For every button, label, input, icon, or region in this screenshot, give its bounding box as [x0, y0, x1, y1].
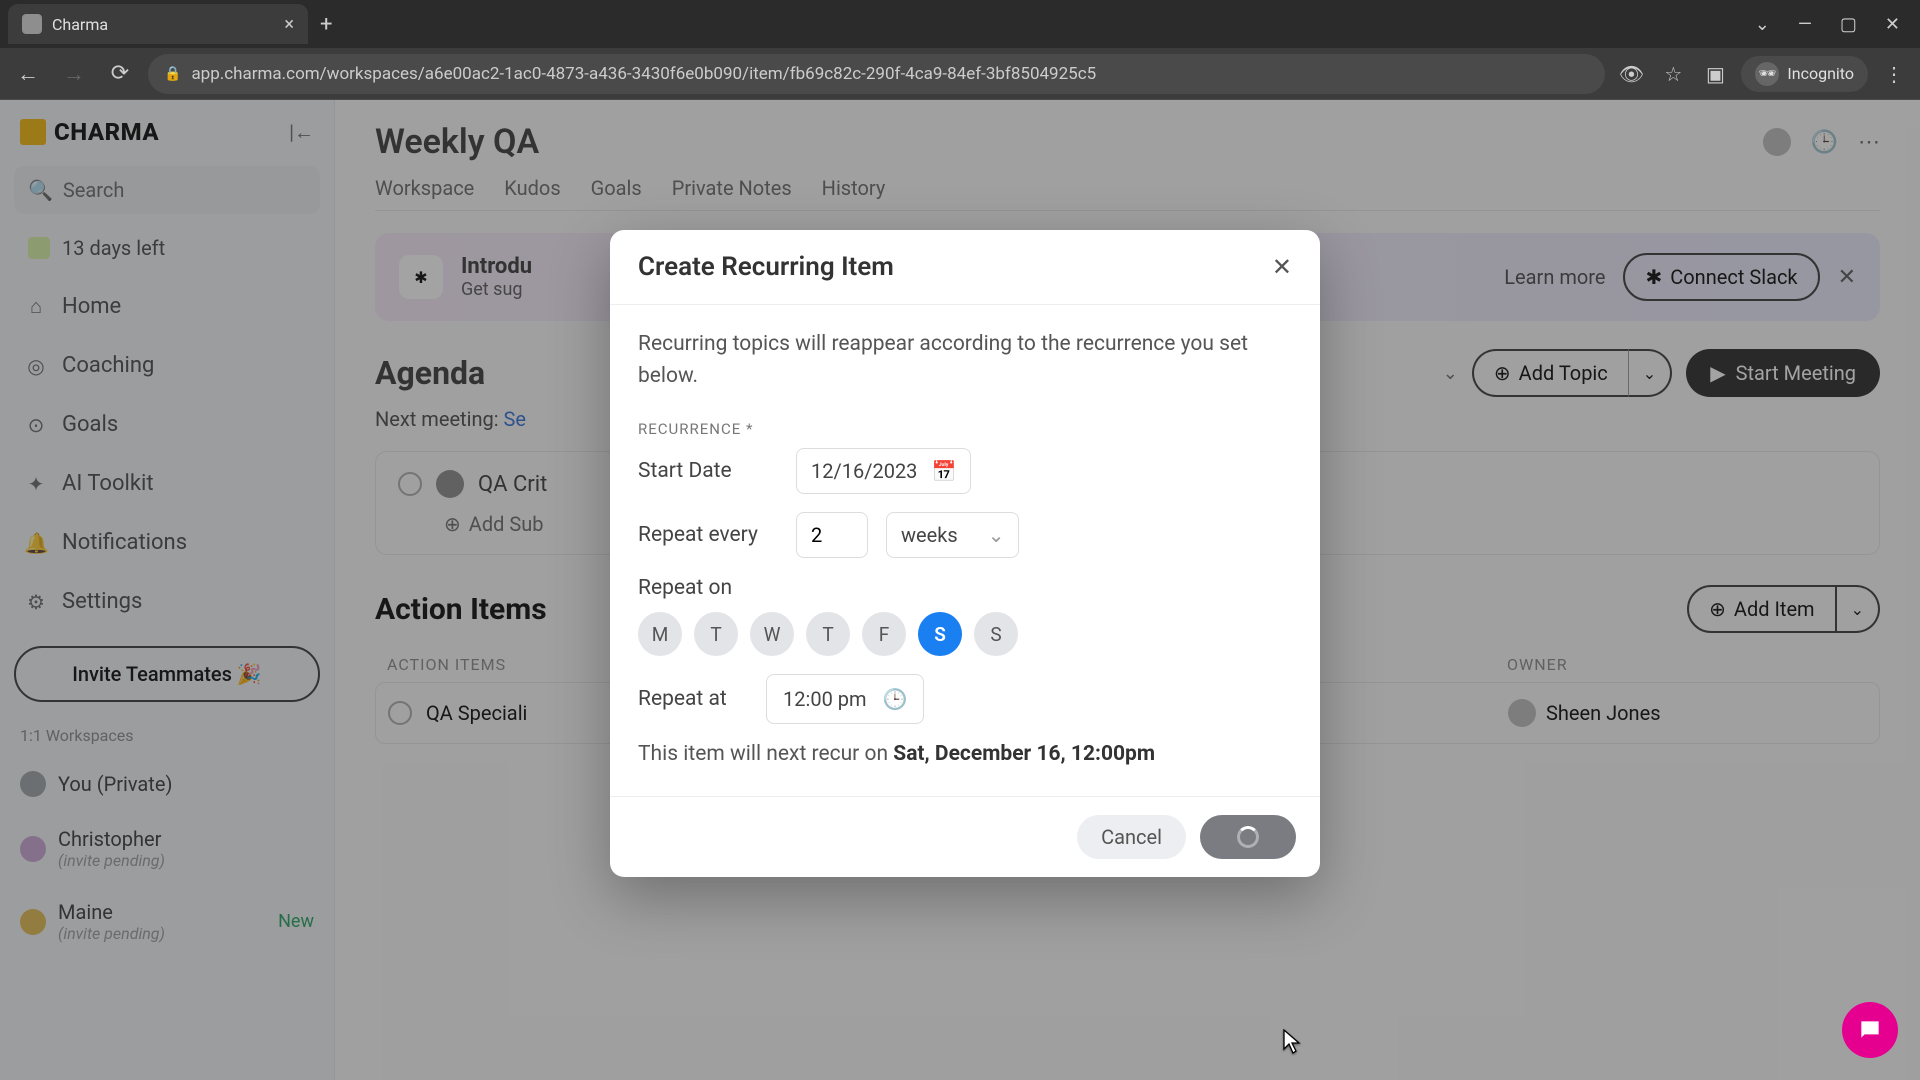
repeat-at-label: Repeat at [638, 687, 748, 711]
minimize-icon[interactable]: — [1798, 14, 1812, 35]
maximize-icon[interactable]: ▢ [1840, 14, 1857, 35]
modal-close-icon[interactable]: ✕ [1272, 253, 1292, 281]
summary-prefix: This item will next recur on [638, 742, 893, 766]
eye-off-icon[interactable]: 👁 [1615, 62, 1647, 86]
intercom-help-button[interactable] [1842, 1002, 1898, 1058]
loading-spinner-icon [1237, 826, 1259, 848]
day-mon[interactable]: M [638, 612, 682, 656]
cancel-button[interactable]: Cancel [1077, 815, 1186, 859]
forward-button[interactable]: → [56, 61, 92, 87]
day-thu[interactable]: T [806, 612, 850, 656]
modal-description: Recurring topics will reappear according… [638, 329, 1292, 392]
browser-tab[interactable]: Charma × [8, 4, 308, 44]
chevron-down-icon: ⌄ [988, 523, 1005, 547]
start-date-label: Start Date [638, 459, 778, 483]
browser-toolbar: ← → ⟳ 🔒 app.charma.com/workspaces/a6e00a… [0, 48, 1920, 100]
modal-title: Create Recurring Item [638, 252, 894, 282]
repeat-at-input[interactable]: 12:00 pm 🕒 [766, 674, 924, 724]
window-close-icon[interactable]: ✕ [1885, 14, 1900, 35]
day-tue[interactable]: T [694, 612, 738, 656]
day-sun[interactable]: S [974, 612, 1018, 656]
address-bar[interactable]: 🔒 app.charma.com/workspaces/a6e00ac2-1ac… [148, 54, 1605, 94]
repeat-on-label: Repeat on [638, 576, 732, 600]
calendar-icon: 📅 [931, 459, 956, 483]
incognito-label: Incognito [1787, 64, 1854, 83]
repeat-at-value: 12:00 pm [783, 687, 867, 711]
day-wed[interactable]: W [750, 612, 794, 656]
reload-button[interactable]: ⟳ [102, 61, 138, 86]
url-text: app.charma.com/workspaces/a6e00ac2-1ac0-… [191, 64, 1096, 84]
extensions-icon[interactable]: ▣ [1699, 62, 1731, 86]
recurring-item-modal: Create Recurring Item ✕ Recurring topics… [610, 230, 1320, 877]
clock-icon: 🕒 [883, 687, 908, 711]
favicon [22, 14, 42, 34]
app-viewport: CHARMA |← 🔍 Search 13 days left ⌂Home ◎C… [0, 100, 1920, 1080]
start-date-input[interactable]: 12/16/2023 📅 [796, 448, 971, 494]
lock-icon: 🔒 [164, 66, 181, 82]
star-icon[interactable]: ☆ [1657, 62, 1689, 86]
recurrence-summary: This item will next recur on Sat, Decemb… [638, 742, 1292, 766]
repeat-every-input[interactable] [796, 512, 868, 558]
back-button[interactable]: ← [10, 61, 46, 87]
incognito-chip[interactable]: 🕶 Incognito [1741, 56, 1868, 92]
repeat-unit-value: weeks [901, 523, 958, 547]
window-controls: ⌄ — ▢ ✕ [1755, 14, 1912, 35]
summary-date: Sat, December 16, 12:00pm [893, 742, 1155, 766]
menu-icon[interactable]: ⋮ [1878, 62, 1910, 86]
repeat-unit-select[interactable]: weeks ⌄ [886, 512, 1019, 558]
tab-title: Charma [52, 15, 108, 34]
tab-close-icon[interactable]: × [284, 14, 294, 35]
new-tab-button[interactable]: + [308, 12, 344, 37]
incognito-icon: 🕶 [1755, 62, 1779, 86]
recurrence-label: RECURRENCE * [638, 420, 1292, 438]
chevron-down-icon[interactable]: ⌄ [1755, 14, 1770, 35]
repeat-every-label: Repeat every [638, 523, 778, 547]
day-sat[interactable]: S [918, 612, 962, 656]
submit-button[interactable] [1200, 815, 1296, 859]
browser-tab-strip: Charma × + ⌄ — ▢ ✕ [0, 0, 1920, 48]
day-fri[interactable]: F [862, 612, 906, 656]
start-date-value: 12/16/2023 [811, 459, 917, 483]
weekday-selector: M T W T F S S [638, 612, 1018, 656]
